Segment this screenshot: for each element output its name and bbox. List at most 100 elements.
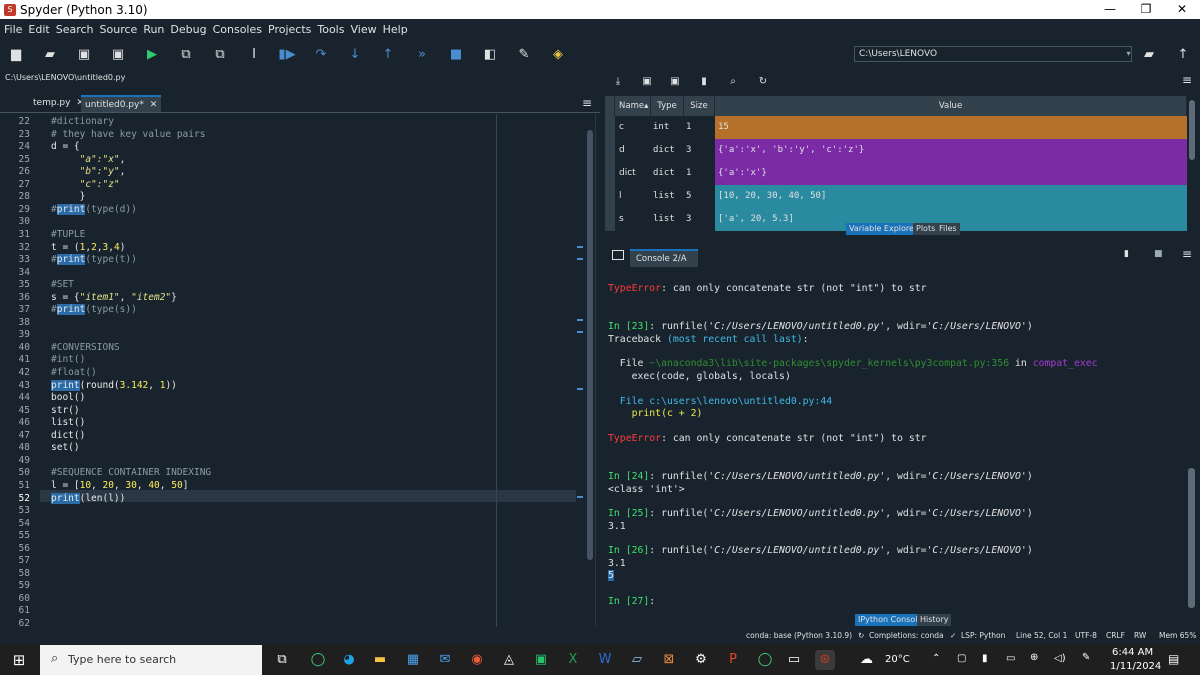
clear-console-icon[interactable]: ▮ [1124,249,1129,259]
menu-tools[interactable]: Tools [317,23,344,36]
show-hidden-icons-icon[interactable]: ⌃ [932,653,940,664]
minimize-button[interactable]: — [1092,0,1128,19]
status-conda[interactable]: conda: base (Python 3.10.9) [746,628,852,644]
excel-icon[interactable]: X [563,650,583,670]
edge-browser-icon[interactable]: ◕ [339,650,359,670]
interrupt-kernel-icon[interactable]: ■ [1154,249,1163,259]
notepad-icon[interactable]: ▱ [627,650,647,670]
close-window-button[interactable]: ✕ [1164,0,1200,19]
search-icon[interactable]: ⌕ [724,73,742,91]
network-globe-icon[interactable]: ⊕ [1030,652,1038,663]
powerpoint-icon[interactable]: P [723,650,743,670]
menu-help[interactable]: Help [383,23,408,36]
parent-directory-icon[interactable]: ↑ [1174,46,1192,64]
settings-gear-icon[interactable]: ⚙ [691,650,711,670]
tab-plots[interactable]: Plots [913,223,939,235]
stop-icon[interactable]: ■ [447,46,465,64]
menu-search[interactable]: Search [56,23,94,36]
battery-icon[interactable]: ▭ [1006,653,1015,664]
open-folder-icon[interactable]: ▰ [41,46,59,64]
run-cell-advance-icon[interactable]: ⧉ [211,46,229,64]
editor-scrollbar-thumb[interactable] [587,130,593,560]
app-ring-icon[interactable]: ◯ [755,650,775,670]
column-header-name[interactable]: Name▴ [615,96,651,116]
clock-time[interactable]: 6:44 AM [1112,647,1153,658]
run-icon[interactable]: ▶ [143,46,161,64]
column-header-value[interactable]: Value [715,96,1187,116]
volume-icon[interactable]: ◁) [1054,653,1066,664]
maximize-pane-icon[interactable]: ◧ [481,46,499,64]
menu-run[interactable]: Run [143,23,164,36]
variable-row[interactable]: l list 5 [10, 20, 30, 40, 50] [605,185,1187,208]
editor-options-menu-icon[interactable]: ≡ [578,95,596,112]
menu-consoles[interactable]: Consoles [213,23,262,36]
chrome-icon[interactable]: ◉ [467,650,487,670]
tray-app-icon[interactable]: ▢ [957,653,966,664]
tab-ipython-console[interactable]: IPython Console [855,614,926,626]
close-icon[interactable]: ✕ [150,100,158,110]
save-as-icon[interactable]: ▣ [666,73,684,91]
spyder-taskbar-icon[interactable]: ⊛ [815,650,835,670]
taskbar-search-box[interactable]: Type here to search [40,645,262,675]
tab-files[interactable]: Files [936,223,960,235]
menu-debug[interactable]: Debug [170,23,206,36]
remove-all-icon[interactable]: ▮ [695,73,713,91]
step-return-icon[interactable]: ↑ [379,46,397,64]
python-path-icon[interactable]: ◈ [549,46,567,64]
maximize-button[interactable]: ❐ [1128,0,1164,19]
working-directory-input[interactable]: C:\Users\LENOVO [854,46,1132,62]
app-circle-icon[interactable]: ◯ [308,650,328,670]
column-header-type[interactable]: Type [651,96,684,116]
tab-console-2a[interactable]: Console 2/A ✕ [630,249,698,280]
import-data-icon[interactable]: ⤓ [609,73,627,91]
weather-temperature[interactable]: 20°C [885,654,910,665]
new-file-icon[interactable]: ▆ [7,46,25,64]
clock-date[interactable]: 1/11/2024 [1110,661,1161,672]
weather-icon[interactable]: ☁ [860,652,873,667]
store-icon[interactable]: ▦ [403,650,423,670]
chevron-down-icon[interactable]: ▾ [1124,46,1133,62]
task-view-icon[interactable]: ⧉ [272,650,292,670]
word-icon[interactable]: W [595,650,615,670]
pen-icon[interactable]: ✎ [1082,652,1090,663]
terminal-icon[interactable]: ▭ [784,650,804,670]
run-cell-icon[interactable]: ⧉ [177,46,195,64]
variable-row[interactable]: dict dict 1 {'a':'x'} [605,162,1187,185]
variable-row[interactable]: c int 1 15 [605,116,1187,139]
status-lsp[interactable]: LSP: Python [961,628,1005,644]
pycharm-icon[interactable]: ▣ [531,650,551,670]
menu-view[interactable]: View [350,23,376,36]
anaconda-icon[interactable]: ◬ [499,650,519,670]
file-explorer-icon[interactable]: ▬ [370,650,390,670]
save-all-icon[interactable]: ▣ [109,46,127,64]
notifications-icon[interactable]: ▤ [1168,652,1179,666]
step-into-icon[interactable]: ↓ [346,46,364,64]
refresh-icon[interactable]: ↻ [754,73,772,91]
menu-projects[interactable]: Projects [268,23,311,36]
save-icon[interactable]: ▣ [75,46,93,64]
run-selection-icon[interactable]: I [245,46,263,64]
tab-untitled0-py[interactable]: untitled0.py* ✕ [81,95,162,112]
variable-table-scrollbar-thumb[interactable] [1189,100,1195,160]
menu-source[interactable]: Source [100,23,138,36]
xampp-icon[interactable]: ⊠ [659,650,679,670]
browse-folder-icon[interactable]: ▰ [1140,46,1158,64]
browse-tabs-icon[interactable] [612,250,624,260]
console-menu-icon[interactable]: ≡ [1182,247,1192,261]
menu-edit[interactable]: Edit [28,23,49,36]
step-over-icon[interactable]: ↷ [312,46,330,64]
windows-start-icon[interactable]: ⊞ [9,650,29,670]
tab-history[interactable]: History [917,614,952,626]
save-data-icon[interactable]: ▣ [638,73,656,91]
debug-icon[interactable]: ▮▶ [278,46,296,64]
variable-row[interactable]: d dict 3 {'a':'x', 'b':'y', 'c':'z'} [605,139,1187,162]
continue-icon[interactable]: » [413,46,431,64]
variable-explorer-menu-icon[interactable]: ≡ [1182,73,1192,87]
preferences-icon[interactable]: ✎ [515,46,533,64]
menu-file[interactable]: File [4,23,22,36]
console-scrollbar-thumb[interactable] [1188,468,1195,608]
microphone-icon[interactable]: ▮ [982,653,988,664]
tab-temp-py[interactable]: temp.py ✕ [29,95,88,112]
mail-icon[interactable]: ✉ [435,650,455,670]
status-completions[interactable]: Completions: conda [869,628,944,644]
